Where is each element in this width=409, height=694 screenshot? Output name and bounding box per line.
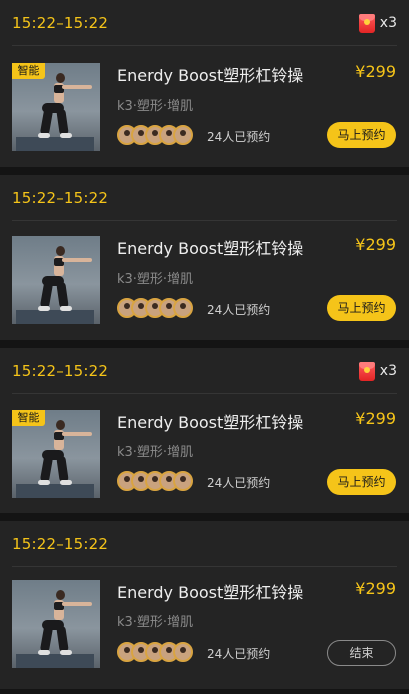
reward-count: x3: [379, 363, 397, 379]
class-time: 15:22–15:22: [12, 189, 109, 207]
class-title[interactable]: Enerdy Boost塑形杠铃操: [117, 409, 303, 433]
smart-tag: 智能: [12, 63, 45, 79]
class-tags: k3·塑形·增肌: [117, 615, 194, 630]
reward-badge: x3: [358, 13, 397, 33]
class-thumbnail[interactable]: 智能: [12, 63, 100, 151]
yoga-mat: [16, 484, 94, 498]
class-card[interactable]: 15:22–15:22 x3 智能 Enerdy Boost塑形杠铃操 ¥299…: [0, 0, 409, 167]
reward-count: x3: [379, 15, 397, 31]
class-thumbnail[interactable]: [12, 580, 100, 668]
reward-badge: x3: [358, 361, 397, 381]
class-title[interactable]: Enerdy Boost塑形杠铃操: [117, 579, 303, 603]
class-price: ¥299: [355, 579, 396, 598]
ended-button[interactable]: 结束: [327, 640, 396, 666]
class-schedule-list: 15:22–15:22 x3 智能 Enerdy Boost塑形杠铃操 ¥299…: [0, 0, 409, 694]
class-time: 15:22–15:22: [12, 362, 109, 380]
red-packet-icon: [358, 13, 375, 33]
class-time: 15:22–15:22: [12, 14, 109, 32]
yoga-mat: [16, 137, 94, 151]
yoga-mat: [16, 654, 94, 668]
avatar: [173, 642, 193, 662]
athlete-figure: [56, 420, 65, 430]
booked-count: 24人已预约: [207, 130, 271, 144]
book-now-button[interactable]: 马上预约: [327, 295, 396, 321]
class-price: ¥299: [355, 62, 396, 81]
class-card[interactable]: 15:22–15:22 Enerdy Boost塑形杠铃操 ¥299 k3·塑形…: [0, 175, 409, 340]
avatar: [173, 125, 193, 145]
avatar: [173, 471, 193, 491]
card-header: 15:22–15:22 x3: [12, 348, 397, 394]
class-price: ¥299: [355, 235, 396, 254]
class-thumbnail[interactable]: 智能: [12, 410, 100, 498]
attendee-avatars: [117, 642, 193, 662]
book-now-button[interactable]: 马上预约: [327, 122, 396, 148]
class-thumbnail[interactable]: [12, 236, 100, 324]
class-title[interactable]: Enerdy Boost塑形杠铃操: [117, 62, 303, 86]
class-time: 15:22–15:22: [12, 535, 109, 553]
red-packet-icon: [358, 361, 375, 381]
avatar: [173, 298, 193, 318]
class-card[interactable]: 15:22–15:22 x3 智能 Enerdy Boost塑形杠铃操 ¥299…: [0, 348, 409, 513]
class-tags: k3·塑形·增肌: [117, 99, 194, 114]
athlete-figure: [56, 73, 65, 83]
yoga-mat: [16, 310, 94, 324]
class-price: ¥299: [355, 409, 396, 428]
class-tags: k3·塑形·增肌: [117, 445, 194, 460]
booked-count: 24人已预约: [207, 303, 271, 317]
class-title[interactable]: Enerdy Boost塑形杠铃操: [117, 235, 303, 259]
smart-tag: 智能: [12, 410, 45, 426]
card-header: 15:22–15:22 x3: [12, 0, 397, 46]
attendee-avatars: [117, 125, 193, 145]
card-header: 15:22–15:22: [12, 521, 397, 567]
book-now-button[interactable]: 马上预约: [327, 469, 396, 495]
attendee-avatars: [117, 471, 193, 491]
attendee-avatars: [117, 298, 193, 318]
athlete-figure: [56, 590, 65, 600]
class-tags: k3·塑形·增肌: [117, 272, 194, 287]
booked-count: 24人已预约: [207, 476, 271, 490]
athlete-figure: [56, 246, 65, 256]
class-card[interactable]: 15:22–15:22 Enerdy Boost塑形杠铃操 ¥299 k3·塑形…: [0, 521, 409, 689]
card-header: 15:22–15:22: [12, 175, 397, 221]
booked-count: 24人已预约: [207, 647, 271, 661]
